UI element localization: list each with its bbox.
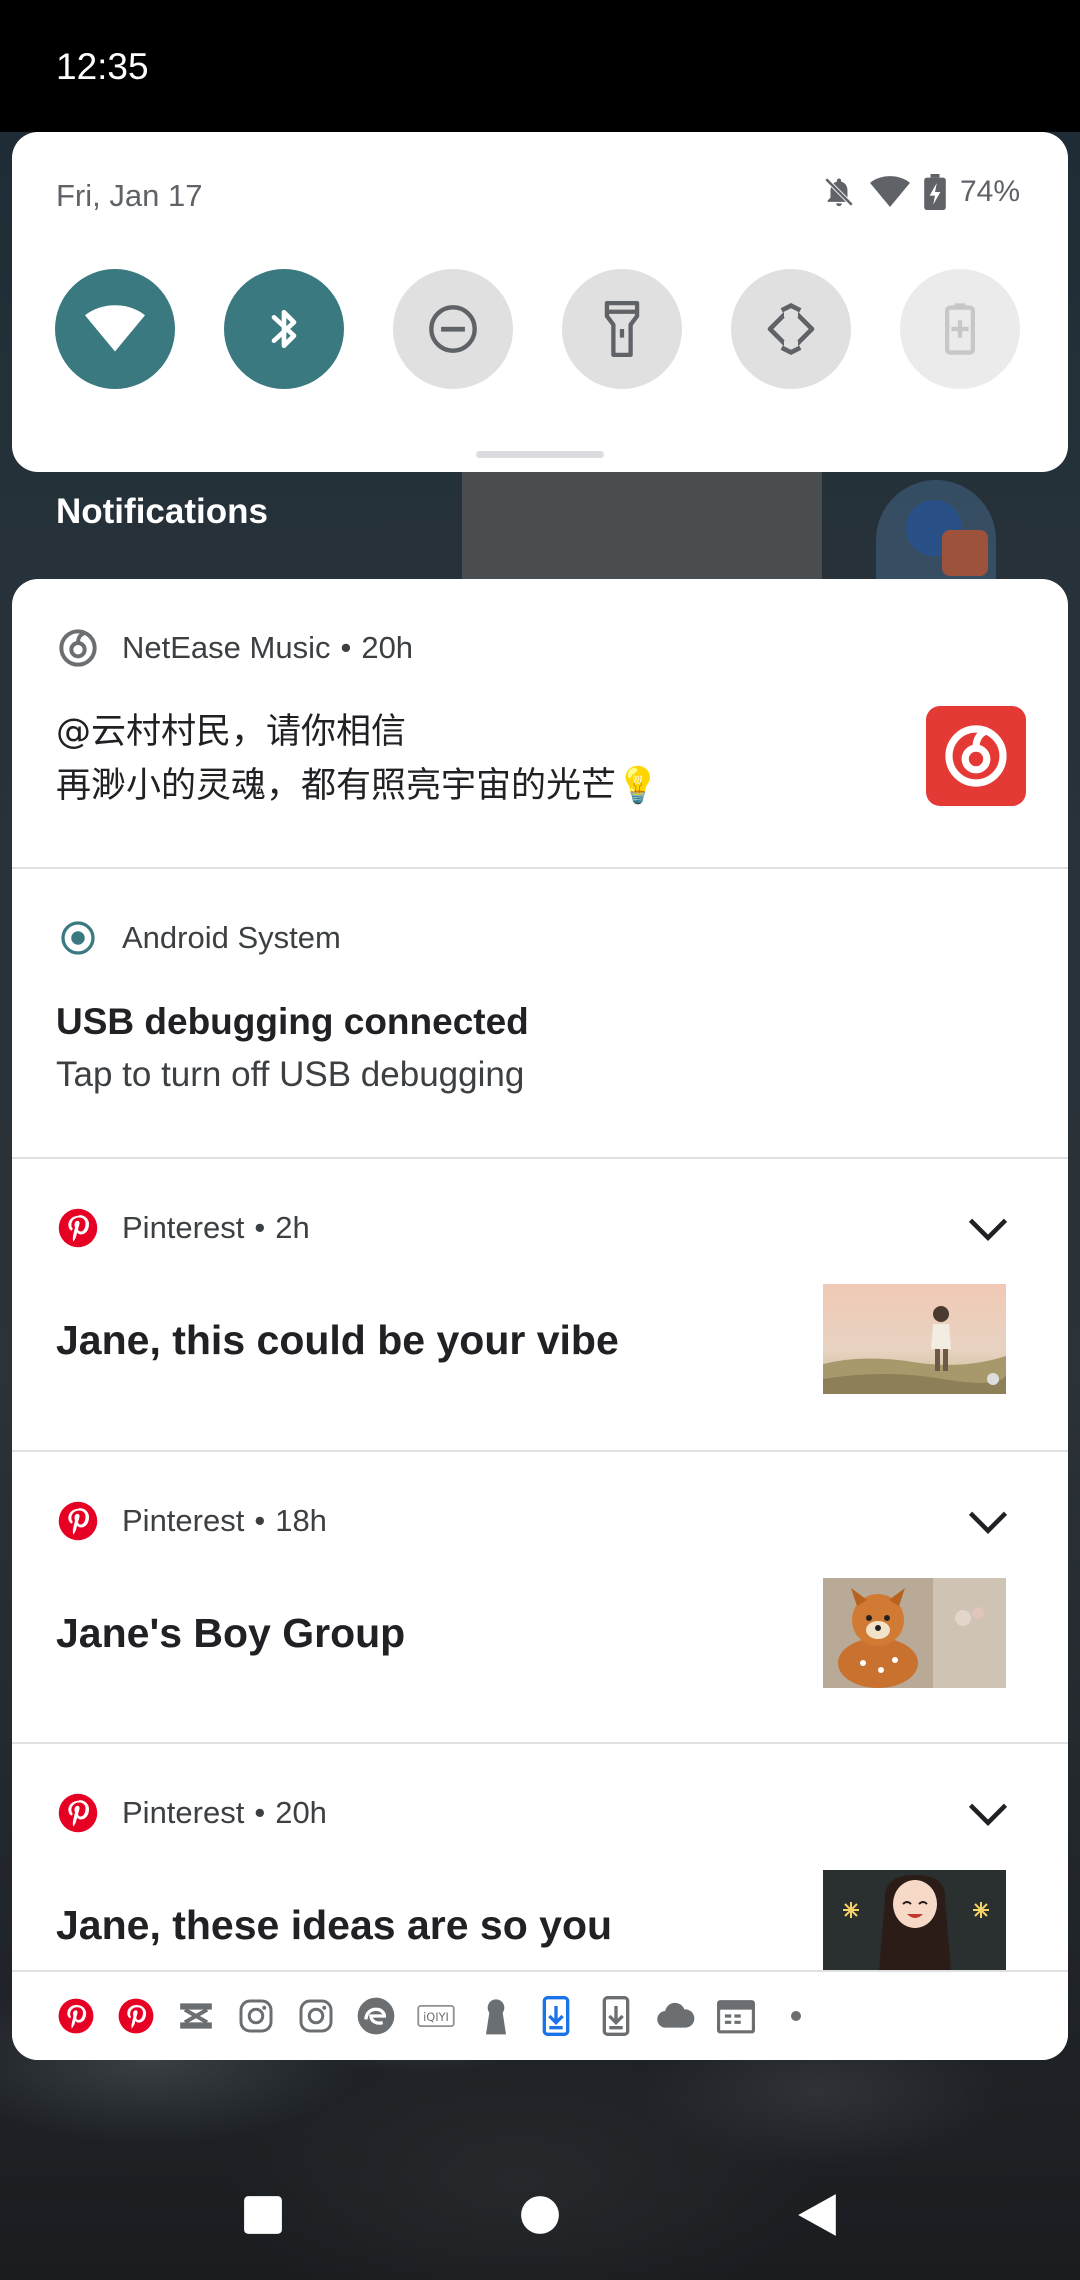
wallpaper-avatar [876, 480, 996, 580]
separator: • [254, 1503, 266, 1538]
notification-panel: NetEase Music • 20h @云村村民，请你相信 再渺小的灵魂，都有… [12, 579, 1068, 2060]
expand-chevron-icon[interactable] [964, 1790, 1012, 1838]
bluetooth-tile[interactable] [224, 269, 344, 389]
app-name: Android System [122, 920, 341, 955]
quick-settings-tiles [55, 269, 1020, 389]
instagram-icon [296, 1996, 336, 2036]
notification-pinterest[interactable]: Pinterest • 20h Jane, these ideas are so… [12, 1744, 1068, 1970]
app-name: Pinterest [122, 1503, 245, 1538]
auto-rotate-icon [767, 303, 815, 355]
separator: • [340, 630, 352, 665]
notification-title: USB debugging connected [56, 1001, 529, 1042]
calendar-icon [716, 1996, 756, 2036]
notification-line-2: 再渺小的灵魂，都有照亮宇宙的光芒💡 [56, 766, 660, 806]
battery-saver-icon [945, 303, 975, 355]
edge-browser-icon [356, 1996, 396, 2036]
back-button[interactable] [782, 2180, 852, 2250]
notification-time: 20h [361, 630, 414, 665]
notification-thumbnail [823, 1284, 1006, 1394]
notification-header: Android System [56, 915, 341, 961]
expand-chevron-icon[interactable] [964, 1498, 1012, 1546]
notification-title: Jane, these ideas are so you [56, 1902, 613, 1948]
qs-status-icons: 74% [822, 174, 1020, 210]
notification-header: Pinterest • 20h [56, 1790, 327, 1836]
notification-time: 20h [275, 1795, 327, 1830]
navigation-bar [0, 2150, 1080, 2280]
notification-pinterest[interactable]: Pinterest • 18h Jane's Boy Group [12, 1452, 1068, 1744]
notification-text: Tap to turn off USB debugging [56, 1055, 525, 1094]
keyhole-icon [476, 1996, 516, 2036]
status-clock: 12:35 [56, 46, 149, 87]
notification-time: 2h [275, 1210, 310, 1245]
app-name: Pinterest [122, 1795, 245, 1830]
separator: • [254, 1210, 266, 1245]
pinterest-icon [56, 1206, 100, 1250]
notifications-header: Notifications [56, 492, 268, 531]
shuffle-app-icon [176, 1996, 216, 2036]
do-not-disturb-tile[interactable] [393, 269, 513, 389]
recents-icon [244, 2196, 282, 2234]
more-dot-icon [776, 1996, 816, 2036]
battery-charging-icon [924, 174, 946, 210]
bluetooth-icon [271, 310, 297, 348]
svg-text:iQIYI: iQIYI [423, 2010, 449, 2024]
flashlight-tile[interactable] [562, 269, 682, 389]
instagram-icon [236, 1996, 276, 2036]
battery-saver-tile[interactable] [900, 269, 1020, 389]
wifi-status-icon [869, 175, 910, 209]
separator: • [254, 1795, 266, 1830]
notification-header: Pinterest • 2h [56, 1205, 310, 1251]
app-name: Pinterest [122, 1210, 245, 1245]
auto-rotate-tile[interactable] [731, 269, 851, 389]
pinterest-icon [56, 1996, 96, 2036]
pinterest-icon [56, 1499, 100, 1543]
drag-handle[interactable] [476, 451, 604, 458]
netease-icon [56, 626, 100, 670]
notification-header: Pinterest • 18h [56, 1498, 327, 1544]
home-button[interactable] [505, 2180, 575, 2250]
android-system-icon [56, 916, 100, 960]
home-icon [521, 2196, 559, 2234]
notification-header: NetEase Music • 20h [56, 625, 413, 671]
notification-thumbnail [823, 1870, 1006, 1970]
status-bar: 12:35 [0, 0, 1080, 132]
wallpaper-background-shape [462, 470, 822, 580]
notification-thumbnail [823, 1578, 1006, 1688]
recents-button[interactable] [228, 2180, 298, 2250]
pinterest-icon [56, 1791, 100, 1835]
battery-percent: 74% [959, 175, 1020, 208]
download-blue-icon [536, 1996, 576, 2036]
wifi-icon [85, 305, 145, 352]
notification-pinterest[interactable]: Pinterest • 2h Jane, this could be your … [12, 1159, 1068, 1452]
do-not-disturb-icon [429, 305, 477, 353]
pinterest-icon [116, 1996, 156, 2036]
netease-app-large-icon [926, 706, 1026, 806]
cloud-icon [656, 1996, 696, 2036]
notification-time: 18h [275, 1503, 327, 1538]
notification-android-system[interactable]: Android System USB debugging connected T… [12, 869, 1068, 1159]
back-icon [798, 2194, 836, 2236]
flashlight-icon [604, 301, 640, 357]
app-name: NetEase Music [122, 630, 331, 665]
notification-netease-music[interactable]: NetEase Music • 20h @云村村民，请你相信 再渺小的灵魂，都有… [12, 579, 1068, 869]
notification-title: Jane, this could be your vibe [56, 1317, 619, 1363]
notifications-muted-icon [822, 175, 856, 209]
notification-title: Jane's Boy Group [56, 1610, 406, 1656]
expand-chevron-icon[interactable] [964, 1205, 1012, 1253]
notification-line-1: @云村村民，请你相信 [56, 712, 407, 752]
iqiyi-icon: iQIYI [416, 1996, 456, 2036]
quick-settings-panel: Fri, Jan 17 74% [12, 132, 1068, 472]
qs-date[interactable]: Fri, Jan 17 [56, 178, 202, 214]
download-icon [596, 1996, 636, 2036]
wifi-tile[interactable] [55, 269, 175, 389]
notification-icon-overflow-row[interactable]: iQIYI [12, 1970, 1068, 2060]
